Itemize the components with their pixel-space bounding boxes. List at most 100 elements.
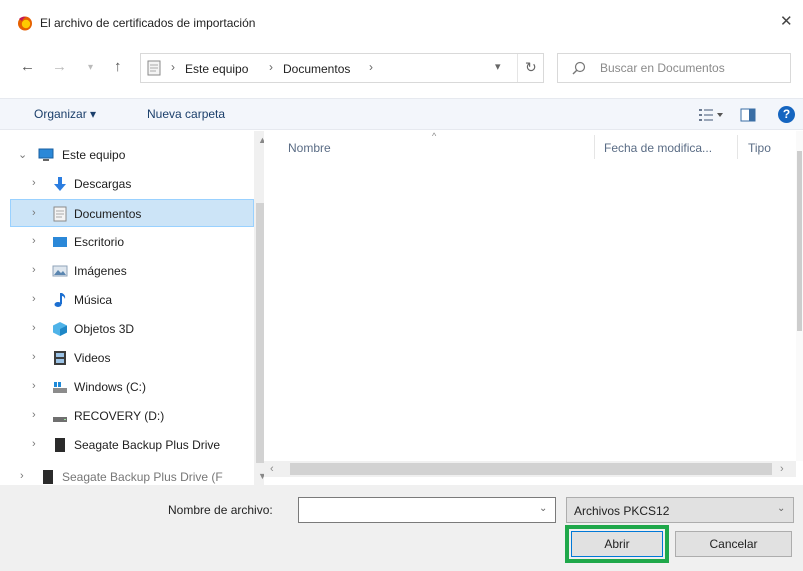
navigation-pane: ⌄ Este equipo › Descargas › Documentos ›… [10, 131, 264, 485]
chevron-right-icon[interactable]: › [32, 264, 36, 276]
sidebar-item-videos[interactable]: › Videos [10, 344, 254, 372]
chevron-right-icon: › [171, 60, 175, 74]
chevron-right-icon[interactable]: › [32, 177, 36, 189]
sidebar-item-label: Seagate Backup Plus Drive [74, 438, 221, 452]
sidebar-item-descargas[interactable]: › Descargas [10, 170, 254, 198]
sidebar-item-label: Seagate Backup Plus Drive (F [62, 470, 223, 484]
sidebar-item-seagate-1[interactable]: › Seagate Backup Plus Drive [10, 431, 254, 459]
column-divider[interactable] [737, 135, 738, 159]
organize-button[interactable]: Organizar ▾ [34, 107, 96, 121]
sidebar-item-seagate-2[interactable]: › Seagate Backup Plus Drive (F [10, 463, 254, 485]
firefox-icon [18, 16, 32, 31]
sidebar-item-documentos[interactable]: › Documentos [10, 199, 254, 227]
download-icon [54, 177, 66, 191]
chevron-right-icon[interactable]: › [20, 470, 24, 482]
sidebar-item-escritorio[interactable]: › Escritorio [10, 228, 254, 256]
title-bar: El archivo de certificados de importació… [0, 0, 803, 42]
breadcrumb-este-equipo[interactable]: Este equipo [185, 62, 248, 76]
chevron-down-icon[interactable]: ⌄ [18, 148, 27, 161]
scroll-left-icon[interactable]: ‹ [270, 463, 274, 475]
chevron-down-icon[interactable]: ⌄ [539, 503, 547, 514]
scrollbar-thumb[interactable] [797, 151, 802, 331]
dialog-footer: Nombre de archivo: ⌄ Archivos PKCS12 ⌄ A… [0, 485, 803, 571]
column-header-type[interactable]: Tipo [748, 141, 771, 155]
computer-icon [38, 148, 54, 161]
view-options-icon[interactable] [698, 107, 724, 123]
sidebar-item-objetos-3d[interactable]: › Objetos 3D [10, 315, 254, 343]
scroll-right-icon[interactable]: › [780, 463, 784, 475]
address-bar[interactable]: › Este equipo › Documentos › ▾ ↻ [140, 53, 544, 83]
chevron-right-icon[interactable]: › [32, 351, 36, 363]
column-header-name[interactable]: Nombre [288, 141, 331, 155]
column-divider[interactable] [594, 135, 595, 159]
file-list-horizontal-scrollbar[interactable]: ‹ › [264, 461, 796, 477]
file-list-vertical-scrollbar[interactable] [796, 131, 803, 461]
drive-icon [53, 417, 67, 422]
chevron-right-icon[interactable]: › [32, 438, 36, 450]
sidebar-item-windows-c[interactable]: › Windows (C:) [10, 373, 254, 401]
scrollbar-thumb[interactable] [256, 203, 264, 463]
desktop-icon [53, 237, 67, 247]
chevron-down-icon[interactable]: ⌄ [777, 503, 785, 514]
search-input[interactable] [600, 58, 786, 78]
chevron-right-icon[interactable]: › [32, 293, 36, 305]
drive-icon [53, 382, 67, 393]
address-dropdown-icon[interactable]: ▾ [495, 60, 501, 73]
chevron-down-icon[interactable]: ▾ [88, 62, 93, 73]
filename-combobox[interactable]: ⌄ [298, 497, 556, 523]
file-type-select[interactable]: Archivos PKCS12 ⌄ [566, 497, 794, 523]
divider [517, 54, 518, 82]
search-icon [572, 61, 586, 75]
search-box[interactable] [557, 53, 791, 83]
image-icon [52, 265, 68, 277]
sidebar-item-label: Documentos [74, 207, 142, 221]
cancel-button[interactable]: Cancelar [675, 531, 792, 557]
sidebar-item-imagenes[interactable]: › Imágenes [10, 257, 254, 285]
preview-pane-icon[interactable] [740, 107, 756, 123]
chevron-right-icon[interactable]: › [32, 409, 36, 421]
sidebar-item-label: Windows (C:) [74, 380, 147, 394]
sidebar-item-label: Descargas [74, 177, 132, 191]
filename-input[interactable] [299, 498, 529, 522]
sidebar-item-label: RECOVERY (D:) [74, 409, 165, 423]
column-header-date[interactable]: Fecha de modifica... [604, 141, 712, 155]
scrollbar-thumb[interactable] [290, 463, 772, 475]
chevron-right-icon[interactable]: › [32, 207, 36, 219]
refresh-icon[interactable]: ↻ [525, 59, 537, 76]
sort-ascending-icon: ^ [432, 131, 437, 141]
chevron-right-icon[interactable]: › [369, 60, 373, 74]
new-folder-button[interactable]: Nueva carpeta [147, 107, 225, 121]
chevron-right-icon[interactable]: › [32, 235, 36, 247]
sidebar-item-este-equipo[interactable]: ⌄ Este equipo [10, 141, 254, 169]
external-drive-icon [55, 438, 65, 452]
chevron-right-icon[interactable]: › [32, 380, 36, 392]
sidebar-item-label: Videos [74, 351, 111, 365]
arrow-left-icon[interactable]: ← [20, 58, 35, 75]
3d-objects-icon [53, 322, 67, 336]
chevron-right-icon: › [269, 60, 273, 74]
arrow-up-icon[interactable]: ↑ [114, 58, 122, 75]
sidebar-item-label: Escritorio [74, 235, 125, 249]
open-button[interactable]: Abrir [571, 531, 663, 557]
music-icon [54, 293, 66, 307]
command-toolbar: Organizar ▾ Nueva carpeta ? [0, 98, 803, 130]
help-icon[interactable]: ? [778, 106, 795, 123]
window-title: El archivo de certificados de importació… [40, 16, 256, 30]
sidebar-item-label: Objetos 3D [74, 322, 135, 336]
breadcrumb-documentos[interactable]: Documentos [283, 62, 350, 76]
file-list-pane[interactable]: ^ Nombre Fecha de modifica... Tipo ‹ › [264, 131, 803, 485]
chevron-right-icon[interactable]: › [32, 322, 36, 334]
sidebar-scrollbar[interactable]: ▲ ▼ [254, 131, 264, 485]
external-drive-icon [43, 470, 53, 484]
document-icon [147, 60, 161, 76]
sidebar-item-label: Música [74, 293, 113, 307]
document-icon [53, 206, 67, 222]
close-icon[interactable]: ✕ [780, 12, 793, 30]
file-type-value: Archivos PKCS12 [574, 504, 670, 518]
filename-label: Nombre de archivo: [168, 503, 273, 517]
sidebar-item-musica[interactable]: › Música [10, 286, 254, 314]
sidebar-item-label: Imágenes [74, 264, 127, 278]
arrow-right-icon[interactable]: → [52, 58, 67, 75]
video-icon [54, 351, 66, 365]
sidebar-item-recovery-d[interactable]: › RECOVERY (D:) [10, 402, 254, 430]
